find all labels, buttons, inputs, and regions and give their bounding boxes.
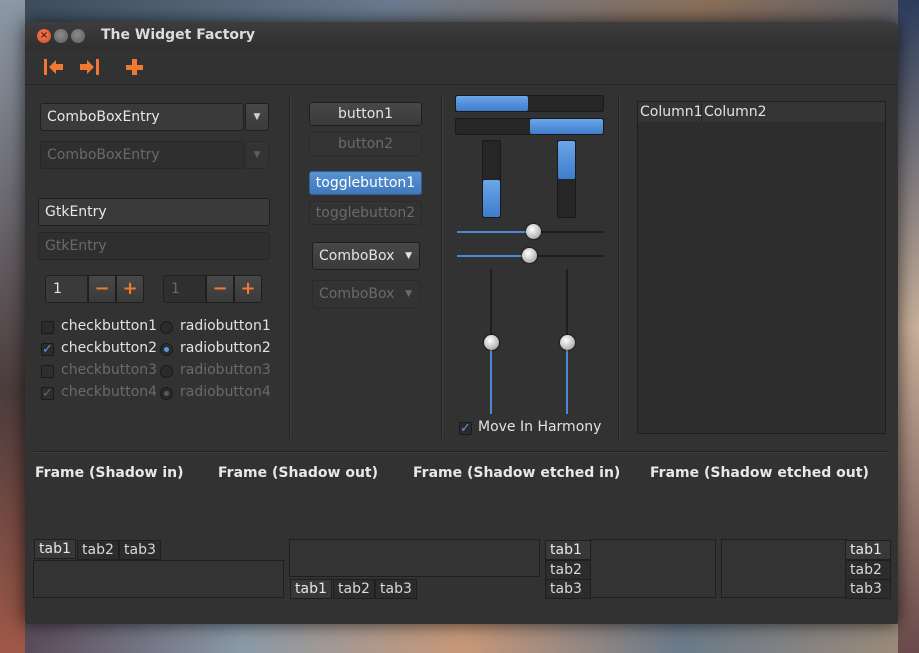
checkbutton2-box[interactable]: ✓ <box>41 343 54 356</box>
spin-button-value[interactable]: 1 <box>45 275 88 303</box>
spin-increment-button-2[interactable]: + <box>234 275 262 303</box>
wallpaper-block <box>25 624 898 653</box>
wallpaper-block <box>0 0 25 653</box>
combo-box-entry-disabled: ComboBoxEntry <box>40 141 244 169</box>
notebook4-tab2[interactable]: tab2 <box>845 560 891 580</box>
move-in-harmony-checkbox[interactable]: ✓ <box>459 422 472 435</box>
frame-shadow-out-label: Frame (Shadow out) <box>218 465 378 481</box>
notebook4-tab1[interactable]: tab1 <box>845 540 891 560</box>
horizontal-scale-1-fill <box>457 231 527 233</box>
progress-fill <box>558 141 575 179</box>
checkbutton1-box[interactable] <box>41 321 54 334</box>
button1[interactable]: button1 <box>309 102 422 126</box>
notebook3-tab1[interactable]: tab1 <box>545 540 591 560</box>
combo-box-entry-dropdown-button[interactable]: ▼ <box>245 103 269 131</box>
text-entry-disabled: GtkEntry <box>38 232 270 260</box>
progress-fill <box>483 180 500 217</box>
combo-box-entry[interactable]: ComboBoxEntry <box>40 103 244 131</box>
spin-decrement-button-2[interactable]: − <box>206 275 234 303</box>
column-separator <box>289 94 291 439</box>
combo-box-disabled: ComboBox ▼ <box>312 280 420 308</box>
title-bar: × The Widget Factory <box>25 22 898 50</box>
button2: button2 <box>309 132 422 156</box>
widget-factory-window: × The Widget Factory ComboBoxEntry ▼ Com… <box>25 22 898 624</box>
go-last-icon[interactable] <box>76 55 102 79</box>
text-entry[interactable]: GtkEntry <box>38 198 270 226</box>
frame-shadow-in-label: Frame (Shadow in) <box>35 465 184 481</box>
radiobutton1-label[interactable]: radiobutton1 <box>180 318 271 334</box>
spin-increment-button[interactable]: + <box>116 275 144 303</box>
combo-box[interactable]: ComboBox ▼ <box>312 242 420 270</box>
horizontal-progress-bar-1 <box>455 95 604 112</box>
tree-column-header-2[interactable]: Column2 <box>702 102 885 122</box>
vertical-scale-1-fill <box>490 342 492 414</box>
notebook1-tab3[interactable]: tab3 <box>119 540 161 560</box>
notebook2-tab1[interactable]: tab1 <box>290 579 332 599</box>
notebook4-page <box>721 539 847 598</box>
notebook1-page <box>33 560 284 598</box>
horizontal-scale-2-slider[interactable] <box>522 248 537 263</box>
tree-view[interactable]: Column1 Column2 <box>637 101 886 434</box>
checkbutton1-label[interactable]: checkbutton1 <box>61 318 157 334</box>
vertical-progress-bar-2 <box>557 140 576 218</box>
horizontal-scale-2-fill <box>457 255 523 257</box>
togglebutton2: togglebutton2 <box>309 201 422 225</box>
spin-button-value-disabled[interactable]: 1 <box>163 275 206 303</box>
close-window-button[interactable]: × <box>37 29 51 43</box>
checkbutton3-label: checkbutton3 <box>61 362 158 378</box>
notebook4-tab3[interactable]: tab3 <box>845 579 891 599</box>
spin-decrement-button[interactable]: − <box>88 275 116 303</box>
checkbutton3-box <box>41 365 54 378</box>
vertical-scale-2-slider[interactable] <box>560 335 575 350</box>
checkbutton2-label[interactable]: checkbutton2 <box>61 340 157 356</box>
go-first-icon[interactable] <box>41 55 67 79</box>
radiobutton2-label[interactable]: radiobutton2 <box>180 340 271 356</box>
toolbar <box>25 50 898 85</box>
checkbutton4-box: ✓ <box>41 386 54 401</box>
vertical-scale-1-slider[interactable] <box>484 335 499 350</box>
combo-box-entry-disabled-dropdown-button: ▼ <box>245 141 269 169</box>
frame-shadow-etched-out-label: Frame (Shadow etched out) <box>650 465 869 481</box>
checkbutton4-label: checkbutton4 <box>61 384 158 400</box>
chevron-down-icon: ▼ <box>405 289 412 299</box>
radiobutton1-circle[interactable] <box>160 321 173 334</box>
togglebutton1[interactable]: togglebutton1 <box>309 171 422 195</box>
notebook1-tab1[interactable]: tab1 <box>34 539 76 559</box>
tree-column-header-1[interactable]: Column1 <box>638 102 703 122</box>
chevron-down-icon: ▼ <box>405 251 412 261</box>
radiobutton2-circle[interactable] <box>160 343 173 356</box>
notebook3-tab3[interactable]: tab3 <box>545 579 591 599</box>
vertical-progress-bar-1 <box>482 140 501 218</box>
section-separator <box>33 451 890 453</box>
notebook2-tab2[interactable]: tab2 <box>333 579 375 599</box>
window-title: The Widget Factory <box>101 27 256 43</box>
minimize-window-button[interactable] <box>54 29 68 43</box>
horizontal-progress-bar-2 <box>455 118 604 135</box>
add-icon[interactable] <box>122 55 148 79</box>
wallpaper-block <box>898 0 919 653</box>
frame-shadow-etched-in-label: Frame (Shadow etched in) <box>413 465 621 481</box>
vertical-scale-2-fill <box>566 342 568 414</box>
move-in-harmony-label[interactable]: Move In Harmony <box>478 419 601 435</box>
combo-box-disabled-label: ComboBox <box>319 286 395 302</box>
combo-box-label: ComboBox <box>319 248 395 264</box>
notebook3-page <box>590 539 716 598</box>
notebook1-tab2[interactable]: tab2 <box>77 540 119 560</box>
column-separator <box>618 94 620 439</box>
radiobutton3-circle <box>160 365 173 378</box>
maximize-window-button[interactable] <box>71 29 85 43</box>
horizontal-scale-1-slider[interactable] <box>526 224 541 239</box>
notebook2-tab3[interactable]: tab3 <box>375 579 417 599</box>
progress-fill <box>530 119 603 134</box>
column-separator <box>441 94 443 439</box>
notebook2-page <box>289 539 540 577</box>
notebook3-tab2[interactable]: tab2 <box>545 560 591 580</box>
radiobutton3-label: radiobutton3 <box>180 362 271 378</box>
radiobutton4-circle <box>160 387 173 400</box>
radiobutton4-label: radiobutton4 <box>180 384 271 400</box>
progress-fill <box>456 96 528 111</box>
